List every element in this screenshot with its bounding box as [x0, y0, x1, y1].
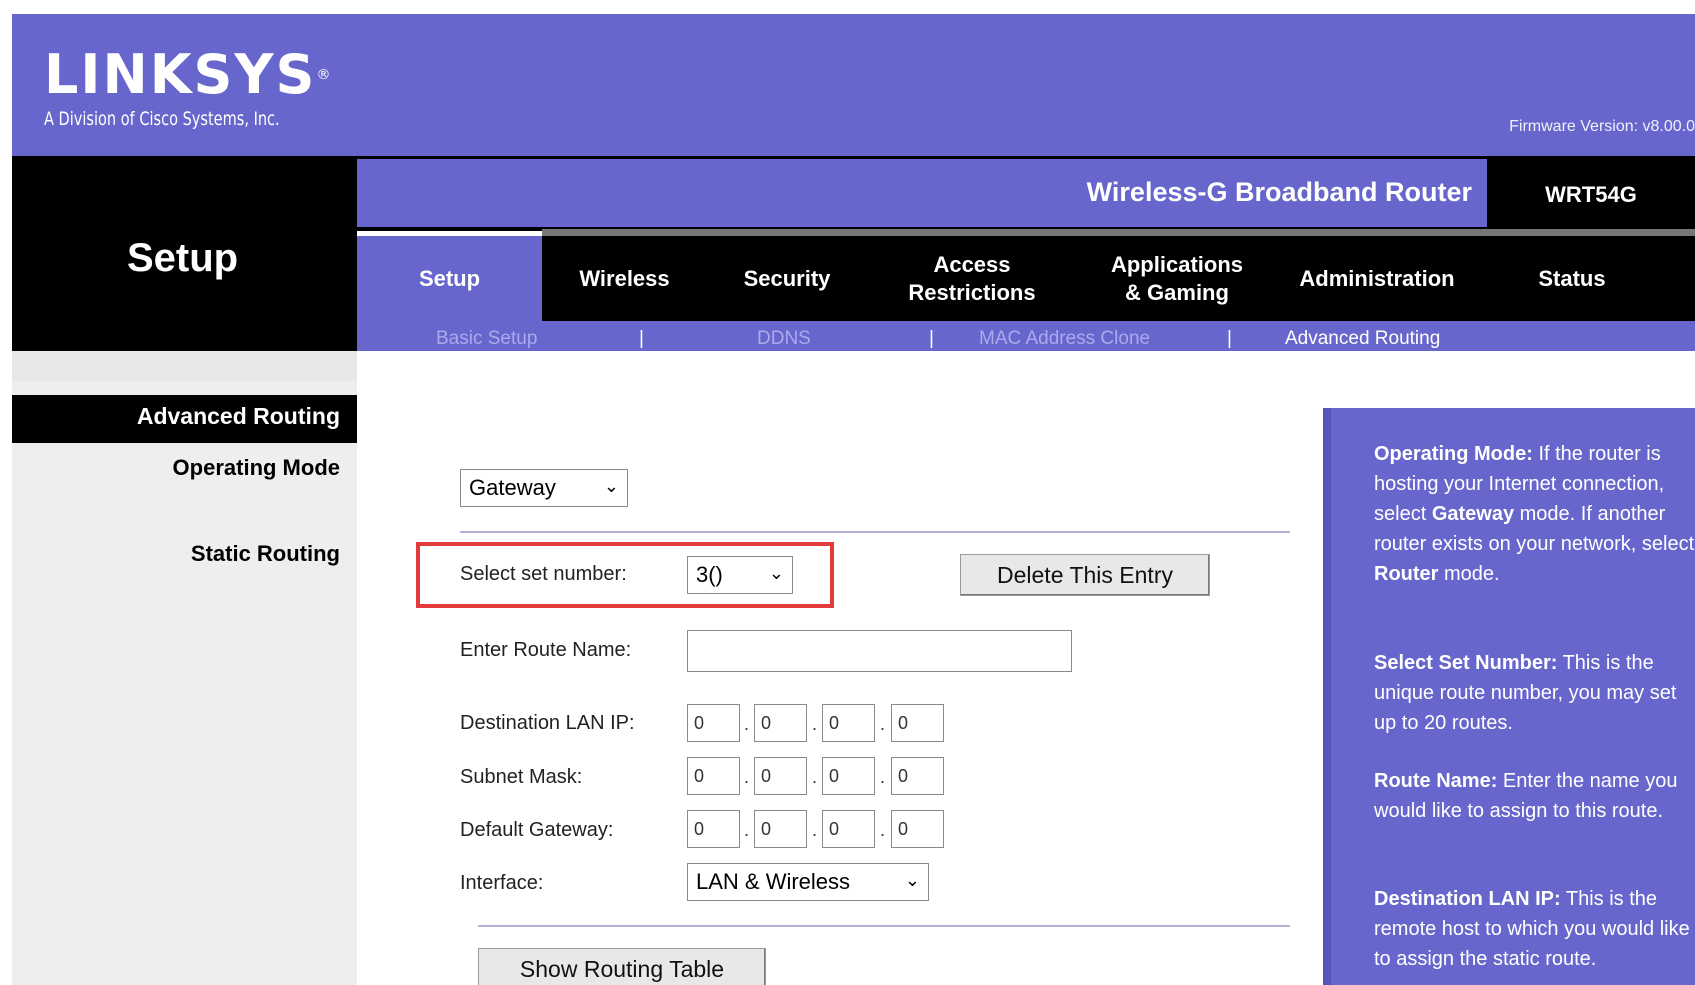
tab-wireless[interactable]: Wireless	[542, 236, 707, 321]
octet-separator: .	[744, 767, 750, 787]
tab-applications-gaming[interactable]: Applications & Gaming	[1077, 236, 1277, 321]
subtab-basic-setup[interactable]: Basic Setup	[436, 328, 537, 350]
help-route-name: Route Name: Enter the name you would lik…	[1374, 770, 1678, 822]
subtab-ddns[interactable]: DDNS	[757, 328, 811, 350]
chevron-down-icon: ⌄	[768, 563, 784, 583]
destination-ip-octet-1[interactable]: 0	[687, 704, 740, 742]
tab-security[interactable]: Security	[707, 236, 867, 321]
tab-administration[interactable]: Administration	[1277, 236, 1477, 321]
divider	[460, 531, 1290, 533]
destination-ip-octet-3[interactable]: 0	[822, 704, 875, 742]
chevron-down-icon: ⌄	[904, 870, 920, 890]
route-name-input[interactable]	[687, 630, 1072, 672]
model-number: WRT54G	[1545, 182, 1637, 207]
divider	[478, 925, 1290, 927]
octet-separator: .	[880, 767, 886, 787]
router-admin-page: LINKSYS® A Division of Cisco Systems, In…	[12, 14, 1695, 985]
delete-entry-button[interactable]: Delete This Entry	[960, 554, 1210, 596]
show-routing-table-button[interactable]: Show Routing Table	[478, 948, 766, 985]
operating-mode-label: Operating Mode	[172, 455, 340, 480]
sidebar-gap	[12, 351, 357, 381]
operating-mode-select[interactable]: Gateway ⌄	[460, 469, 628, 507]
octet-separator: .	[744, 714, 750, 734]
subnet-mask-label: Subnet Mask:	[460, 766, 583, 788]
page-title: Setup	[127, 236, 239, 280]
tab-status[interactable]: Status	[1477, 236, 1667, 321]
subtab-separator: |	[1227, 328, 1232, 349]
octet-separator: .	[812, 767, 818, 787]
chevron-down-icon: ⌄	[603, 476, 619, 496]
subtab-separator: |	[639, 328, 644, 349]
linksys-logo: LINKSYS®	[44, 43, 333, 106]
help-select-set-number: Select Set Number: This is the unique ro…	[1374, 652, 1677, 734]
subtab-advanced-routing[interactable]: Advanced Routing	[1285, 328, 1440, 350]
gateway-octet-3[interactable]: 0	[822, 810, 875, 848]
gateway-octet-4[interactable]: 0	[891, 810, 944, 848]
octet-separator: .	[880, 820, 886, 840]
default-gateway-label: Default Gateway:	[460, 819, 614, 841]
route-name-label: Enter Route Name:	[460, 639, 632, 661]
section-title: Advanced Routing	[136, 403, 340, 429]
subnet-mask-octet-1[interactable]: 0	[687, 757, 740, 795]
help-destination-lan-ip: Destination LAN IP: This is the remote h…	[1374, 888, 1690, 970]
select-set-number-label: Select set number:	[460, 563, 627, 585]
product-name: Wireless-G Broadband Router	[1086, 177, 1472, 207]
set-number-select[interactable]: 3() ⌄	[687, 556, 793, 594]
help-operating-mode: Operating Mode: If the router is hosting…	[1374, 443, 1695, 585]
tab-access-restrictions[interactable]: Access Restrictions	[867, 236, 1077, 321]
octet-separator: .	[812, 714, 818, 734]
subnet-mask-octet-3[interactable]: 0	[822, 757, 875, 795]
firmware-version: Firmware Version: v8.00.0	[1509, 118, 1695, 135]
interface-select[interactable]: LAN & Wireless ⌄	[687, 863, 929, 901]
static-routing-label: Static Routing	[190, 541, 340, 566]
destination-ip-octet-2[interactable]: 0	[754, 704, 807, 742]
gateway-octet-2[interactable]: 0	[754, 810, 807, 848]
octet-separator: .	[812, 820, 818, 840]
octet-separator: .	[880, 714, 886, 734]
subnet-mask-octet-4[interactable]: 0	[891, 757, 944, 795]
interface-label: Interface:	[460, 872, 544, 894]
tab-setup[interactable]: Setup	[357, 236, 542, 321]
division-text: A Division of Cisco Systems, Inc.	[44, 108, 280, 130]
subtab-separator: |	[929, 328, 934, 349]
subtab-mac-address-clone[interactable]: MAC Address Clone	[979, 328, 1150, 350]
destination-lan-ip-label: Destination LAN IP:	[460, 712, 635, 734]
gateway-octet-1[interactable]: 0	[687, 810, 740, 848]
subnet-mask-octet-2[interactable]: 0	[754, 757, 807, 795]
octet-separator: .	[744, 820, 750, 840]
destination-ip-octet-4[interactable]: 0	[891, 704, 944, 742]
